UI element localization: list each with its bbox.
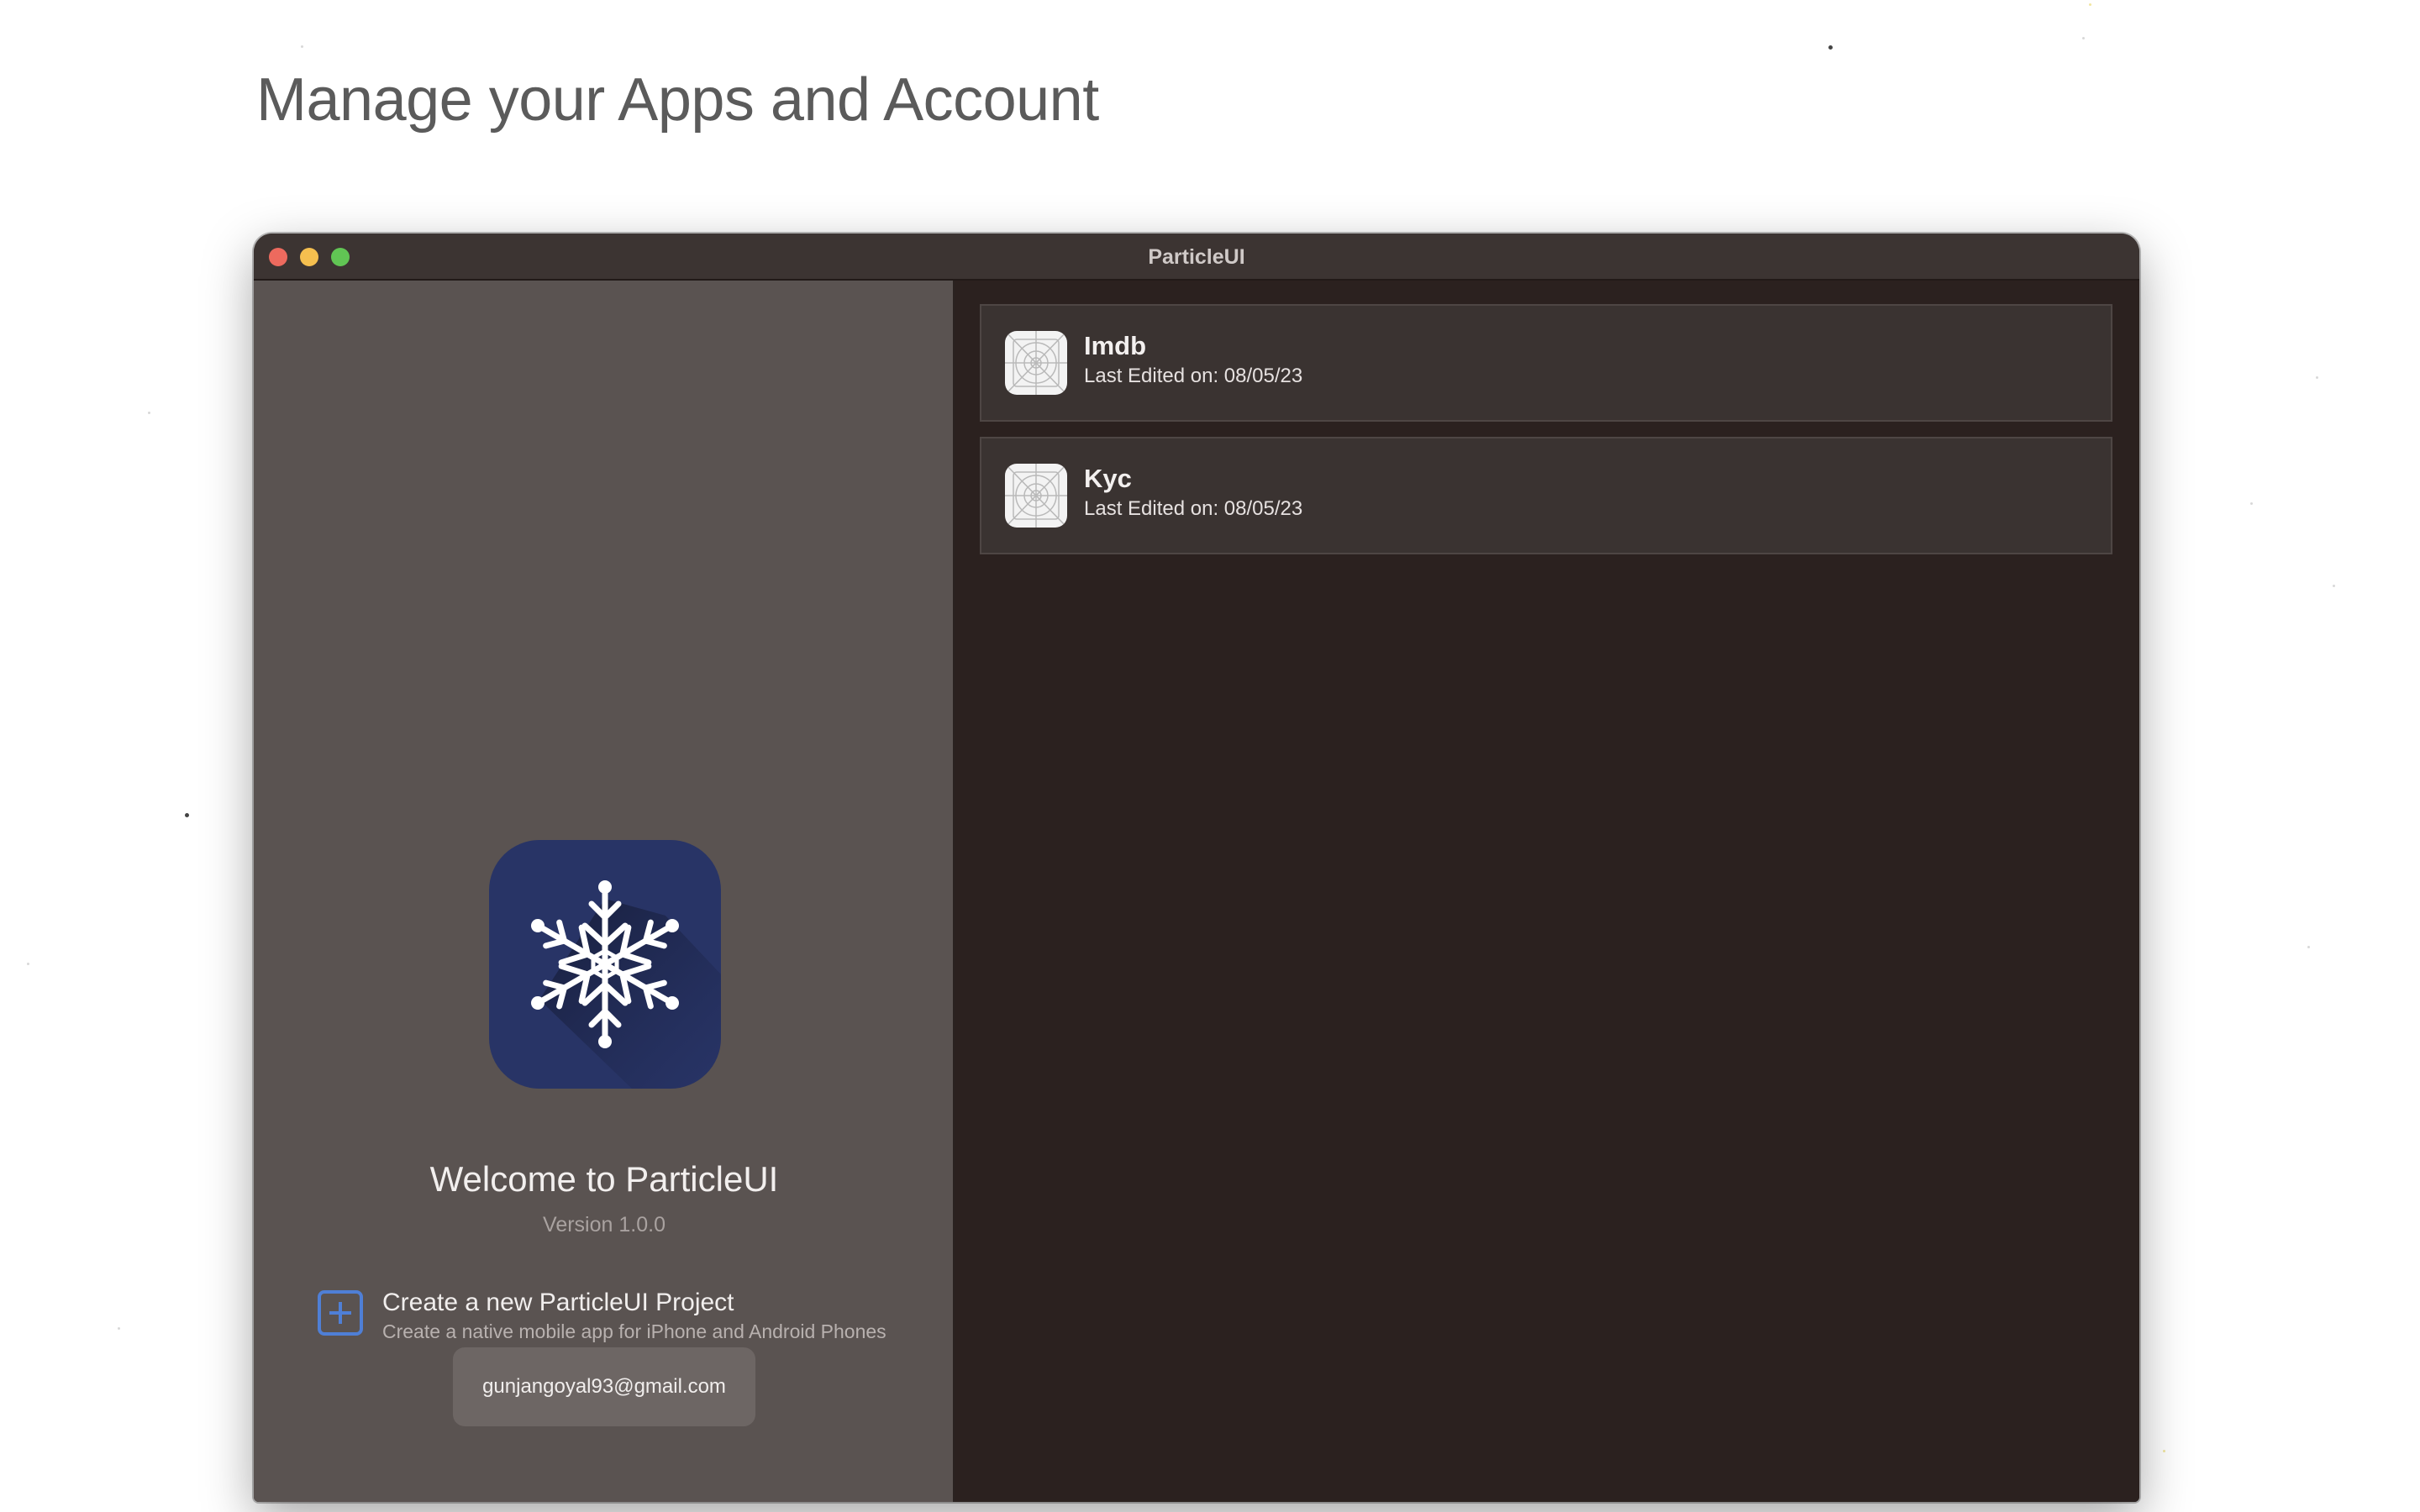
background-speck bbox=[2333, 585, 2335, 587]
create-project-subtitle: Create a native mobile app for iPhone an… bbox=[382, 1320, 886, 1342]
background-speck bbox=[185, 813, 189, 817]
window-titlebar[interactable]: ParticleUI bbox=[254, 234, 2139, 281]
background-speck bbox=[148, 412, 150, 414]
welcome-title: Welcome to ParticleUI bbox=[429, 1159, 779, 1199]
app-window: ParticleUI Welcome to ParticleUI Version… bbox=[254, 234, 2139, 1502]
background-speck bbox=[1828, 45, 1833, 50]
create-project-button[interactable]: Create a new ParticleUI Project Create a… bbox=[316, 1285, 921, 1344]
project-card-imdb[interactable]: Imdb Last Edited on: 08/05/23 bbox=[980, 304, 2112, 422]
version-label: Version 1.0.0 bbox=[543, 1213, 666, 1236]
project-last-edited: Last Edited on: 08/05/23 bbox=[1084, 497, 1303, 520]
background-speck bbox=[2316, 376, 2318, 379]
background-speck bbox=[118, 1327, 120, 1330]
background-speck bbox=[2163, 1450, 2165, 1452]
background-speck bbox=[2307, 946, 2310, 948]
project-card-kyc[interactable]: Kyc Last Edited on: 08/05/23 bbox=[980, 437, 2112, 554]
page-headline: Manage your Apps and Account bbox=[256, 66, 1099, 134]
plus-square-icon bbox=[318, 1290, 363, 1336]
background-speck bbox=[301, 45, 303, 48]
project-last-edited: Last Edited on: 08/05/23 bbox=[1084, 365, 1303, 387]
background-speck bbox=[2089, 3, 2091, 6]
snowflake-icon bbox=[489, 840, 721, 1089]
welcome-sidebar: Welcome to ParticleUI Version 1.0.0 Crea… bbox=[254, 281, 955, 1502]
background-speck bbox=[2082, 37, 2085, 39]
account-email-button[interactable]: gunjangoyal93@gmail.com bbox=[453, 1347, 755, 1426]
background-speck bbox=[2250, 502, 2253, 505]
project-name: Kyc bbox=[1084, 464, 1132, 493]
create-project-title: Create a new ParticleUI Project bbox=[382, 1289, 734, 1316]
background-speck bbox=[27, 963, 29, 965]
projects-list: Imdb Last Edited on: 08/05/23 Kyc Last E… bbox=[955, 281, 2139, 1502]
window-title: ParticleUI bbox=[1148, 245, 1245, 269]
app-placeholder-icon bbox=[1005, 464, 1067, 528]
project-name: Imdb bbox=[1084, 331, 1147, 360]
app-placeholder-icon bbox=[1005, 331, 1067, 395]
